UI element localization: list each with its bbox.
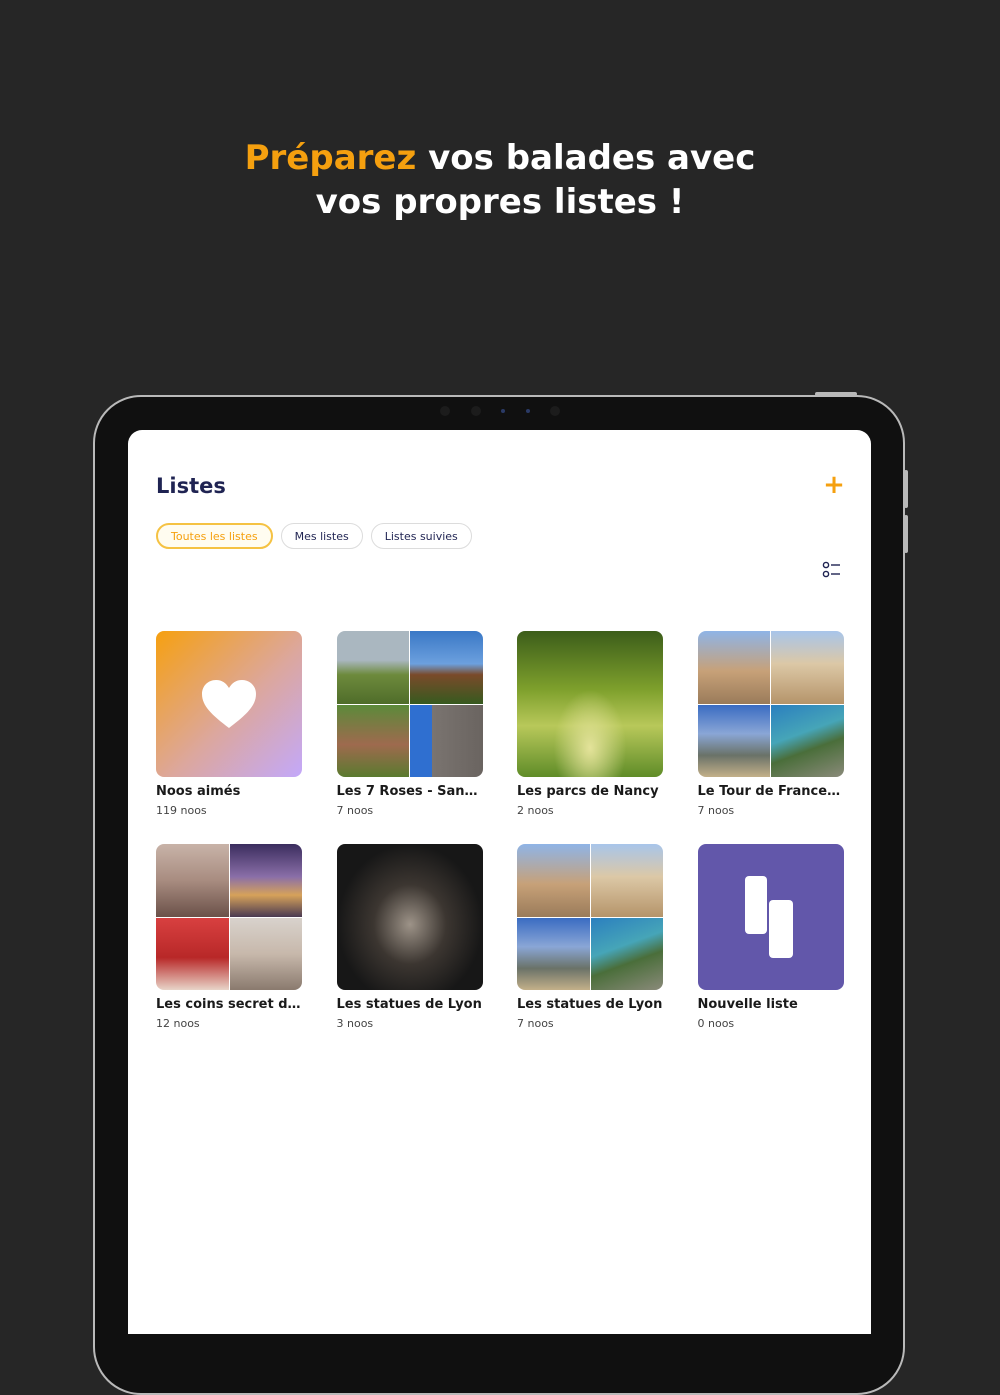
list-thumbnail <box>697 844 844 990</box>
list-title: Les coins secret de... <box>156 997 302 1012</box>
headline-accent: Préparez <box>244 138 417 178</box>
photo-chapel <box>336 704 409 777</box>
list-card[interactable]: Les statues de Lyon 3 noos <box>336 844 483 1030</box>
list-count: 0 noos <box>697 1017 735 1030</box>
photo-church <box>410 631 483 704</box>
list-title: Le Tour de France ... <box>697 784 844 799</box>
list-card[interactable]: Les 7 Roses - Sanct... 7 noos <box>336 631 483 817</box>
tab-followed-lists[interactable]: Listes suivies <box>370 523 472 549</box>
camera-sensor <box>440 406 450 416</box>
list-count: 7 noos <box>697 804 735 817</box>
tablet-volume-up <box>904 470 908 508</box>
tablet-top-button <box>815 392 857 396</box>
camera-sensor-small <box>525 409 530 413</box>
headline-rest: vos balades avec <box>416 138 756 178</box>
list-title: Les parcs de Nancy <box>517 784 659 799</box>
photo-tower <box>410 704 483 777</box>
list-thumbnail <box>156 844 302 990</box>
camera-lens <box>470 406 481 416</box>
list-count: 3 noos <box>336 1017 374 1030</box>
list-thumbnail <box>156 631 302 777</box>
list-count: 7 noos <box>336 804 374 817</box>
list-title: Les statues de Lyon <box>517 997 663 1012</box>
camera-flash <box>550 406 560 416</box>
photo-townhall <box>697 704 770 777</box>
photo-coast <box>590 917 663 990</box>
tab-my-lists[interactable]: Mes listes <box>280 523 363 549</box>
photo-abbey <box>697 631 770 704</box>
list-count: 12 noos <box>156 1017 200 1030</box>
photo-cathedral <box>771 631 844 704</box>
list-thumbnail <box>336 844 483 990</box>
filter-tabs: Toutes les listes Mes listes Listes suiv… <box>156 523 472 549</box>
list-card[interactable]: Les statues de Lyon 7 noos <box>517 844 663 1030</box>
list-title: Les statues de Lyon <box>336 997 482 1012</box>
photo-abbey <box>517 844 590 917</box>
add-list-button[interactable]: + <box>821 472 847 498</box>
plus-icon: + <box>823 470 845 500</box>
heart-icon <box>202 680 256 728</box>
tab-all-lists[interactable]: Toutes les listes <box>156 523 273 549</box>
camera-indicator <box>501 409 505 413</box>
lists-grid: Noos aimés 119 noos Les 7 Roses - Sanct.… <box>156 631 846 1030</box>
list-thumbnail <box>336 631 483 777</box>
list-count: 2 noos <box>517 804 554 817</box>
list-title: Nouvelle liste <box>697 997 798 1012</box>
app-screen: Listes + Toutes les listes Mes listes Li… <box>128 430 871 1334</box>
marketing-headline: Préparez vos balades avec vos propres li… <box>0 136 1000 224</box>
list-card[interactable]: Noos aimés 119 noos <box>156 631 302 817</box>
photo-montmartre <box>229 917 302 990</box>
list-thumbnail <box>697 631 844 777</box>
list-count: 119 noos <box>156 804 207 817</box>
photo-coast <box>771 704 844 777</box>
list-card[interactable]: Nouvelle liste 0 noos <box>697 844 844 1030</box>
photo-field <box>336 631 409 704</box>
headline-line-2: vos propres listes ! <box>315 182 685 222</box>
photo-cafe <box>156 917 229 990</box>
list-thumbnail <box>517 844 663 990</box>
list-card[interactable]: Les parcs de Nancy 2 noos <box>517 631 663 817</box>
page-title: Listes <box>156 474 226 498</box>
list-card[interactable]: Le Tour de France ... 7 noos <box>697 631 844 817</box>
list-card[interactable]: Les coins secret de... 12 noos <box>156 844 302 1030</box>
list-title: Noos aimés <box>156 784 241 799</box>
photo-bridge <box>229 844 302 917</box>
headline-line-1: Préparez vos balades avec <box>0 136 1000 180</box>
camera-bar <box>440 404 560 418</box>
photo-paris-street <box>156 844 229 917</box>
list-thumbnail <box>517 631 663 777</box>
tablet-volume-down <box>904 515 908 553</box>
photo-townhall <box>517 917 590 990</box>
list-title: Les 7 Roses - Sanct... <box>336 784 483 799</box>
photo-cathedral <box>590 844 663 917</box>
noos-logo-icon <box>744 876 793 958</box>
list-count: 7 noos <box>517 1017 554 1030</box>
sort-list-icon[interactable] <box>822 560 842 580</box>
